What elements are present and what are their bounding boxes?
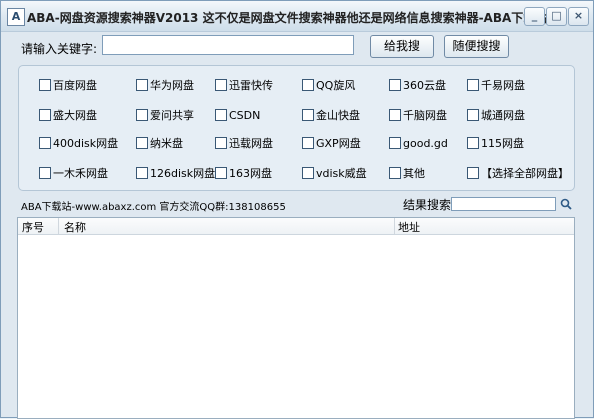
netdisk-selection-panel: 百度网盘 华为网盘 迅雷快传 QQ旋风 360云盘 千易网盘盛大网盘 爱问共享 CSDN 金山快… — [18, 65, 575, 191]
checkbox-box[interactable] — [302, 109, 314, 121]
search-button[interactable]: 给我搜 — [370, 35, 434, 58]
checkbox-label: 千易网盘 — [481, 79, 525, 92]
checkbox-box[interactable] — [215, 109, 227, 121]
main-window: A ABA-网盘资源搜索神器V2013 这不仅是网盘文件搜索神器他还是网络信息搜… — [0, 0, 594, 419]
checkbox-label: 爱问共享 — [150, 109, 194, 122]
checkbox-label: 百度网盘 — [53, 79, 97, 92]
checkbox-box[interactable] — [389, 137, 401, 149]
column-name-header[interactable]: 名称 — [64, 219, 86, 235]
checkbox-label: 163网盘 — [229, 167, 272, 180]
checkbox-box[interactable] — [39, 109, 51, 121]
checkbox-label: good.gd — [403, 137, 448, 150]
checkbox-label: 迅载网盘 — [229, 137, 273, 150]
checkbox-box[interactable] — [467, 79, 479, 91]
column-divider[interactable] — [58, 218, 59, 234]
checkbox-box[interactable] — [215, 137, 227, 149]
checkbox-box[interactable] — [215, 167, 227, 179]
table-header: 序号 名称 地址 — [18, 218, 574, 235]
checkbox-label: 纳米盘 — [150, 137, 183, 150]
checkbox-label: 一木禾网盘 — [53, 167, 108, 180]
checkbox-box[interactable] — [467, 109, 479, 121]
checkbox-label: CSDN — [229, 109, 261, 122]
maximize-button[interactable]: □ — [546, 7, 567, 26]
checkbox-label: 盛大网盘 — [53, 109, 97, 122]
column-divider[interactable] — [394, 218, 395, 234]
checkbox-box[interactable] — [389, 167, 401, 179]
checkbox-label: 115网盘 — [481, 137, 524, 150]
checkbox-box[interactable] — [467, 167, 479, 179]
site-info-text: ABA下载站-www.abaxz.com 官方交流QQ群:138108655 — [21, 202, 286, 213]
checkbox-label: 迅雷快传 — [229, 79, 273, 92]
result-search-label: 结果搜索: — [403, 198, 456, 212]
checkbox-box[interactable] — [302, 167, 314, 179]
minimize-button[interactable]: _ — [524, 7, 545, 26]
close-button[interactable]: × — [568, 7, 589, 26]
checkbox-label: vdisk威盘 — [316, 167, 367, 180]
checkbox-box[interactable] — [136, 79, 148, 91]
checkbox-label: 金山快盘 — [316, 109, 360, 122]
window-title: ABA-网盘资源搜索神器V2013 这不仅是网盘文件搜索神器他还是网络信息搜索神… — [27, 11, 548, 25]
checkbox-label: 千脑网盘 — [403, 109, 447, 122]
column-index-header[interactable]: 序号 — [22, 219, 44, 235]
app-icon[interactable]: A — [7, 8, 25, 26]
checkbox-box[interactable] — [389, 79, 401, 91]
checkbox-box[interactable] — [136, 137, 148, 149]
checkbox-box[interactable] — [39, 79, 51, 91]
checkbox-box[interactable] — [39, 167, 51, 179]
checkbox-box[interactable] — [302, 79, 314, 91]
result-search-input[interactable] — [451, 197, 556, 211]
magnifier-icon[interactable] — [560, 198, 572, 210]
checkbox-label: 城通网盘 — [481, 109, 525, 122]
checkbox-label: 其他 — [403, 167, 425, 180]
checkbox-label: 126disk网盘 — [150, 167, 216, 180]
checkbox-box[interactable] — [215, 79, 227, 91]
results-table[interactable]: 序号 名称 地址 — [17, 217, 575, 419]
checkbox-label: 400disk网盘 — [53, 137, 119, 150]
checkbox-box[interactable] — [389, 109, 401, 121]
title-bar[interactable]: A ABA-网盘资源搜索神器V2013 这不仅是网盘文件搜索神器他还是网络信息搜… — [1, 1, 593, 32]
checkbox-box[interactable] — [39, 137, 51, 149]
checkbox-label: 【选择全部网盘】 — [481, 167, 569, 180]
checkbox-label: 华为网盘 — [150, 79, 194, 92]
checkbox-box[interactable] — [136, 167, 148, 179]
checkbox-box[interactable] — [136, 109, 148, 121]
random-search-button[interactable]: 随便搜搜 — [444, 35, 509, 58]
checkbox-label: 360云盘 — [403, 79, 446, 92]
checkbox-box[interactable] — [302, 137, 314, 149]
checkbox-label: QQ旋风 — [316, 79, 356, 92]
checkbox-label: GXP网盘 — [316, 137, 361, 150]
column-address-header[interactable]: 地址 — [398, 219, 420, 235]
keyword-label: 请输入关键字: — [21, 42, 98, 56]
keyword-input[interactable] — [102, 35, 354, 55]
checkbox-box[interactable] — [467, 137, 479, 149]
